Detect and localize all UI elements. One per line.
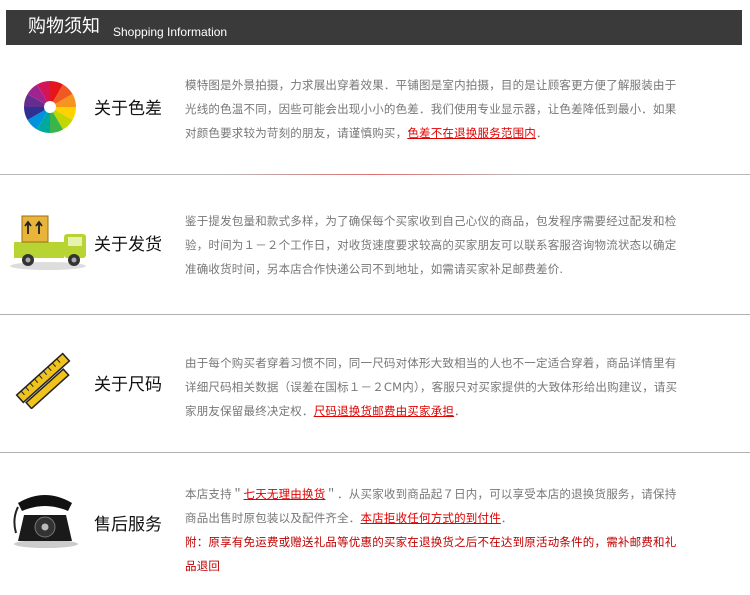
section-title-shipping: 关于发货 <box>94 235 162 255</box>
section-text-size-end: ． <box>454 404 466 418</box>
section-title-size: 关于尺码 <box>94 375 162 395</box>
section-body-color: 模特图是外景拍摄，力求展出穿着效果．平铺图是室内拍摄，目的是让顾客更方便了解服装… <box>185 73 685 145</box>
section-title-color: 关于色差 <box>94 99 162 119</box>
section-body-shipping: 鉴于提发包量和款式多样，为了确保每个买家收到自己心仪的商品，包发程序需要经过配发… <box>185 209 685 281</box>
section-divider <box>0 174 750 175</box>
no-cod-highlight: 本店拒收任何方式的到付件 <box>360 511 501 525</box>
header-bar: 购物须知 Shopping Information <box>6 10 742 45</box>
section-text-color-end: ． <box>536 126 548 140</box>
delivery-truck-icon <box>8 212 92 272</box>
size-policy-highlight: 尺码退换货邮费由买家承担 <box>313 404 455 418</box>
color-wheel-icon <box>22 79 78 135</box>
seven-day-return-highlight: 七天无理由换货 <box>243 487 326 501</box>
section-text-after-sales: 本店支持＂ <box>185 487 244 501</box>
section-body-after-sales: 本店支持＂七天无理由换货＂．从买家收到商品起７日内，可以享受本店的退换货服务，请… <box>185 482 685 578</box>
section-title-after-sales: 售后服务 <box>94 515 162 535</box>
color-policy-highlight: 色差不在退换服务范围内 <box>407 126 537 140</box>
section-text-after-sales-end: ． <box>500 511 513 525</box>
measuring-ruler-icon <box>10 347 76 410</box>
section-divider <box>0 314 750 315</box>
after-sales-note: 附：原享有免运费或赠送礼品等优惠的买家在退换货之后不在达到原活动条件的，需补邮费… <box>185 535 677 573</box>
header-title-en: Shopping Information <box>113 25 228 39</box>
telephone-icon <box>10 489 80 549</box>
section-divider <box>0 452 750 453</box>
section-text-shipping: 鉴于提发包量和款式多样，为了确保每个买家收到自己心仪的商品，包发程序需要经过配发… <box>185 214 677 276</box>
header-title-cn: 购物须知 <box>28 16 100 37</box>
section-body-size: 由于每个购买者穿着习惯不同，同一尺码对体形大致相当的人也不一定适合穿着，商品详情… <box>185 351 685 423</box>
